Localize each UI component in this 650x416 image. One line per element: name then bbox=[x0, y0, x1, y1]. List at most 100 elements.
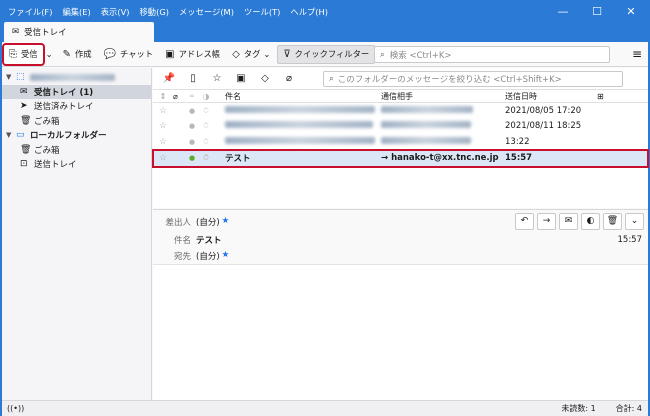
archive-icon: ✉ bbox=[564, 216, 573, 226]
more-button[interactable]: ⌄ bbox=[625, 213, 644, 230]
column-subject[interactable]: 件名 bbox=[213, 91, 381, 102]
message-row[interactable]: ☆ ● ⍥ 2021/08/05 17:20 bbox=[153, 103, 648, 119]
address-book-button[interactable]: ▣ アドレス帳 bbox=[160, 45, 225, 64]
folder-outbox[interactable]: ⊡ 送信トレイ bbox=[2, 157, 151, 172]
junk-icon: ◐ bbox=[586, 216, 595, 226]
star-icon[interactable]: ☆ bbox=[153, 121, 173, 131]
read-col-icon[interactable]: ∞ bbox=[185, 92, 199, 100]
quick-filter-button[interactable]: ⊽ クイックフィルター bbox=[277, 44, 376, 64]
menu-go[interactable]: 移動(G) bbox=[140, 6, 170, 18]
message-row[interactable]: ☆ ● ⍥ 13:22 bbox=[153, 134, 648, 150]
unread-filter-icon[interactable]: ▯ bbox=[181, 73, 205, 84]
star-contact-icon[interactable]: ★ bbox=[222, 216, 230, 228]
folder-local-trash[interactable]: 🗑 ごみ箱 bbox=[2, 143, 151, 158]
folder-sent[interactable]: ➤ 送信済みトレイ bbox=[2, 99, 151, 114]
star-icon[interactable]: ☆ bbox=[153, 106, 173, 116]
forward-button[interactable]: → bbox=[537, 213, 556, 230]
star-icon[interactable]: ☆ bbox=[153, 153, 173, 163]
star-contact-icon[interactable]: ★ bbox=[222, 250, 230, 262]
app-menu-button[interactable]: ≡ bbox=[632, 47, 642, 61]
tag-button[interactable]: ◇ タグ ⌄ bbox=[227, 45, 275, 64]
thread-col-icon[interactable]: ⇕ bbox=[153, 92, 173, 101]
search-input[interactable]: ⌕ 検索 <Ctrl+K> bbox=[374, 46, 610, 63]
address-book-icon: ▣ bbox=[165, 48, 175, 60]
folder-pane: ▼ ⬚ ✉ 受信トレイ (1) ➤ 送信済みトレイ 🗑 ごみ箱 ▼ ▭ ローカル… bbox=[2, 68, 152, 400]
folder-label: ごみ箱 bbox=[34, 116, 60, 127]
menu-bar: ファイル(F) 編集(E) 表示(V) 移動(G) メッセージ(M) ツール(T… bbox=[2, 2, 648, 21]
inbox-icon: ✉ bbox=[20, 86, 28, 97]
read-dot-icon[interactable]: ● bbox=[185, 138, 199, 146]
menu-tools[interactable]: ツール(T) bbox=[244, 6, 280, 18]
column-date[interactable]: 送信日時 bbox=[499, 91, 611, 102]
maximize-button[interactable]: ☐ bbox=[580, 2, 614, 21]
column-picker-icon[interactable]: ⊞ bbox=[597, 92, 604, 101]
correspondent-redacted bbox=[381, 105, 499, 116]
from-value[interactable]: (自分) bbox=[196, 216, 220, 228]
subject-redacted bbox=[213, 121, 381, 131]
menu-file[interactable]: ファイル(F) bbox=[8, 6, 52, 18]
junk-icon[interactable]: ⍥ bbox=[199, 153, 213, 163]
menu-message[interactable]: メッセージ(M) bbox=[179, 6, 234, 18]
menu-help[interactable]: ヘルプ(H) bbox=[290, 6, 328, 18]
chat-button[interactable]: 💬 チャット bbox=[99, 45, 159, 64]
status-bar: ((•)) 未読数: 1 合計: 4 bbox=[2, 400, 648, 416]
folder-trash[interactable]: 🗑 ごみ箱 bbox=[2, 114, 151, 129]
folder-label: ごみ箱 bbox=[34, 145, 60, 156]
close-button[interactable]: ✕ bbox=[614, 2, 648, 21]
star-filter-icon[interactable]: ☆ bbox=[205, 73, 229, 84]
menu-view[interactable]: 表示(V) bbox=[101, 6, 130, 18]
reply-button[interactable]: ↶ bbox=[515, 213, 534, 230]
correspondent-redacted bbox=[381, 121, 499, 131]
message-subject: テスト bbox=[225, 154, 251, 164]
pin-icon[interactable]: 📌 bbox=[157, 73, 181, 84]
attachment-col-icon[interactable]: ⌀ bbox=[173, 92, 185, 101]
tag-label: タグ bbox=[243, 49, 261, 59]
attachment-filter-icon[interactable]: ⌀ bbox=[277, 73, 301, 84]
message-preview-pane: 差出人 (自分) ★ 件名 テスト 宛先 (自分) ★ ↶ → ✉ ◐ 🗑 ⌄ bbox=[153, 209, 648, 400]
to-row: 宛先 (自分) ★ bbox=[161, 250, 229, 262]
folder-inbox[interactable]: ✉ 受信トレイ (1) bbox=[2, 84, 151, 99]
download-icon: ⎘ bbox=[9, 48, 17, 60]
chevron-down-icon: ⌄ bbox=[630, 216, 639, 226]
tab-bar: ✉ 受信トレイ bbox=[2, 21, 648, 42]
subject-redacted bbox=[213, 136, 381, 147]
message-date: 15:57 bbox=[505, 153, 533, 163]
filter-icon: ⊽ bbox=[283, 48, 291, 60]
compose-button[interactable]: ✎ 作成 bbox=[58, 45, 97, 64]
get-mail-dropdown[interactable]: ⌄ bbox=[43, 45, 56, 64]
minimize-button[interactable]: — bbox=[546, 2, 580, 21]
tab-inbox[interactable]: ✉ 受信トレイ bbox=[4, 22, 154, 42]
read-dot-icon[interactable]: ● bbox=[185, 122, 199, 130]
delete-button[interactable]: 🗑 bbox=[603, 213, 622, 230]
forward-icon: → bbox=[542, 216, 551, 226]
junk-icon[interactable]: ⍥ bbox=[199, 137, 213, 147]
tag-filter-icon[interactable]: ◇ bbox=[253, 73, 277, 84]
address-book-label: アドレス帳 bbox=[178, 49, 221, 59]
column-correspondent[interactable]: 通信相手 bbox=[381, 91, 499, 102]
message-counts: 未読数: 1 合計: 4 bbox=[541, 403, 642, 414]
get-mail-button[interactable]: ⎘ 受信 bbox=[2, 42, 45, 66]
junk-icon[interactable]: ⍥ bbox=[199, 106, 213, 116]
star-icon[interactable]: ☆ bbox=[153, 137, 173, 147]
get-mail-label: 受信 bbox=[21, 49, 38, 59]
unread-dot-icon[interactable]: ● bbox=[185, 154, 199, 162]
menu-list: ファイル(F) 編集(E) 表示(V) 移動(G) メッセージ(M) ツール(T… bbox=[2, 6, 338, 18]
contact-filter-icon[interactable]: ▣ bbox=[229, 73, 253, 84]
hamburger-icon: ≡ bbox=[631, 47, 642, 61]
filter-input[interactable]: ⌕ このフォルダーのメッセージを絞り込む <Ctrl+Shift+K> bbox=[323, 70, 623, 87]
read-dot-icon[interactable]: ● bbox=[185, 107, 199, 115]
online-status-icon[interactable]: ((•)) bbox=[7, 404, 24, 413]
to-value[interactable]: (自分) bbox=[196, 250, 220, 262]
junk-icon[interactable]: ⍥ bbox=[199, 121, 213, 131]
archive-button[interactable]: ✉ bbox=[559, 213, 578, 230]
menu-edit[interactable]: 編集(E) bbox=[62, 6, 90, 18]
folder-local[interactable]: ▼ ▭ ローカルフォルダー bbox=[2, 128, 151, 143]
pencil-icon: ✎ bbox=[62, 48, 71, 60]
message-row[interactable]: ☆ ● ⍥ 2021/08/11 18:25 bbox=[153, 119, 648, 135]
message-row-selected[interactable]: ☆ ● ⍥ テスト → hanako-t@xx.tnc.ne.jp 15:57 bbox=[152, 148, 649, 168]
junk-button[interactable]: ◐ bbox=[581, 213, 600, 230]
folder-account[interactable]: ▼ ⬚ bbox=[2, 70, 151, 85]
junk-col-icon[interactable]: ◑ bbox=[199, 92, 213, 101]
from-label: 差出人 bbox=[165, 218, 191, 228]
message-header: 差出人 (自分) ★ 件名 テスト 宛先 (自分) ★ ↶ → ✉ ◐ 🗑 ⌄ bbox=[153, 210, 648, 265]
